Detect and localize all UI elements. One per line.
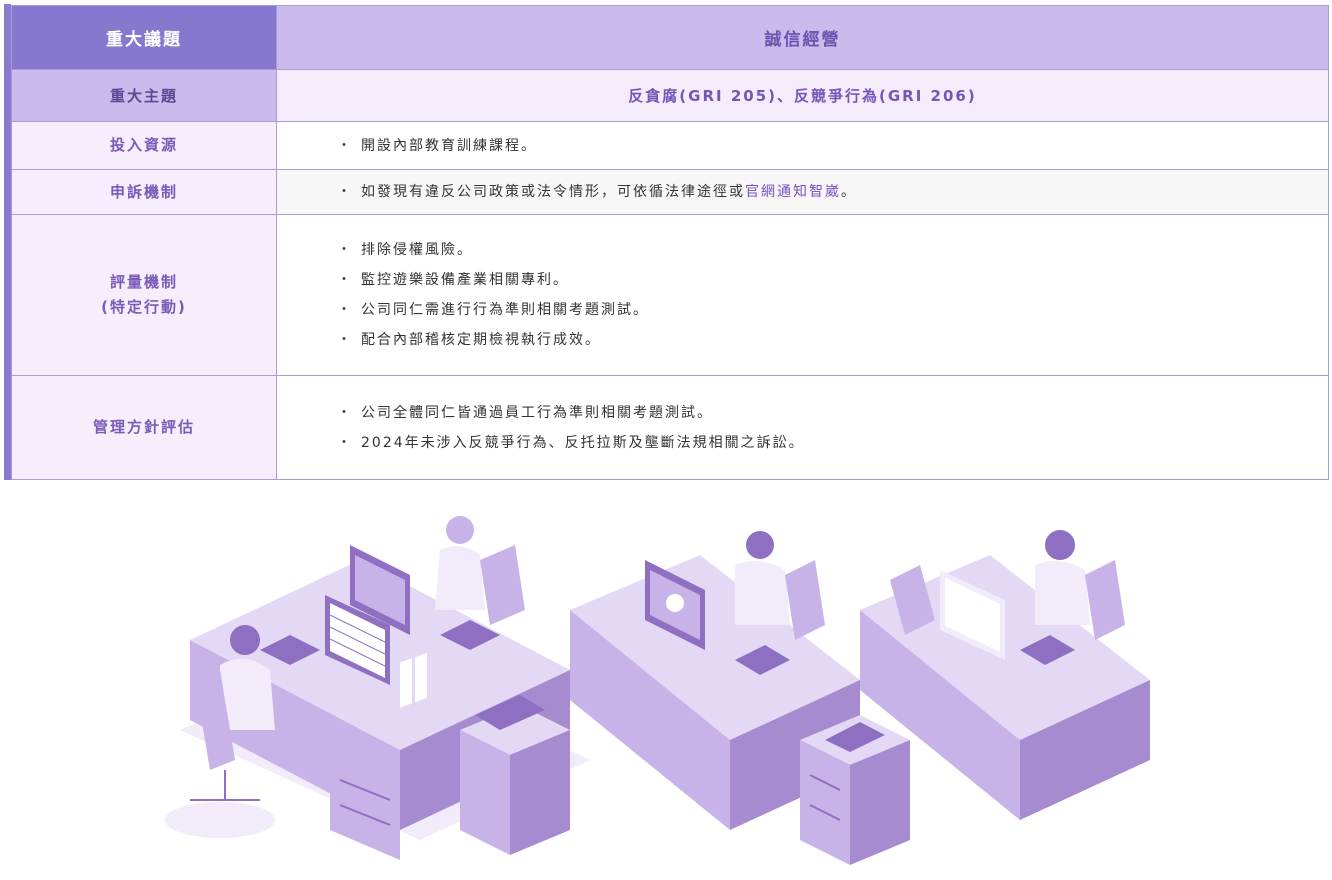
resources-row: 投入資源 ・開設內部教育訓練課程。 xyxy=(11,121,1329,170)
resources-label: 投入資源 xyxy=(11,121,277,170)
list-item: ・公司同仁需進行行為準則相關考題測試。 xyxy=(337,302,649,318)
resources-value: ・開設內部教育訓練課程。 xyxy=(276,121,1329,170)
header-row: 重大議題 誠信經營 xyxy=(11,5,1329,70)
theme-row: 重大主題 反貪腐(GRI 205)、反競爭行為(GRI 206) xyxy=(11,69,1329,122)
management-value: ・公司全體同仁皆通過員工行為準則相關考題測試。 ・ 2024年未涉入反競爭行為、反… xyxy=(276,375,1329,480)
official-site-link[interactable]: 官網通知智崴 xyxy=(745,184,841,200)
appeal-label: 申訴機制 xyxy=(11,169,277,215)
floor-shadow xyxy=(165,802,275,838)
header-label: 重大議題 xyxy=(11,5,277,70)
appeal-value: ・如發現有違反公司政策或法令情形，可依循法律途徑或官網通知智崴。 xyxy=(276,169,1329,215)
management-label: 管理方針評估 xyxy=(11,375,277,480)
list-item: ・如發現有違反公司政策或法令情形，可依循法律途徑或官網通知智崴。 xyxy=(337,184,857,200)
management-row: 管理方針評估 ・公司全體同仁皆通過員工行為準則相關考題測試。 ・ 2024年未涉入… xyxy=(11,375,1329,480)
theme-value: 反貪腐(GRI 205)、反競爭行為(GRI 206) xyxy=(276,69,1329,122)
list-item: ・排除侵權風險。 xyxy=(337,242,473,258)
list-item: ・配合內部稽核定期檢視執行成效。 xyxy=(337,332,601,348)
evaluation-label: 評量機制 (特定行動) xyxy=(11,214,277,376)
list-item: ・ 2024年未涉入反競爭行為、反托拉斯及壟斷法規相關之訴訟。 xyxy=(337,434,805,451)
material-issue-table: 重大議題 誠信經營 重大主題 反貪腐(GRI 205)、反競爭行為(GRI 20… xyxy=(11,5,1329,480)
theme-label: 重大主題 xyxy=(11,69,277,122)
header-value: 誠信經營 xyxy=(276,5,1329,70)
list-item: ・公司全體同仁皆通過員工行為準則相關考題測試。 xyxy=(337,404,713,421)
office-workers-illustration-icon: .top { fill: #e4d9f5; } .side { fill: #a… xyxy=(165,516,1150,865)
list-item: ・監控遊樂設備產業相關專利。 xyxy=(337,272,569,288)
evaluation-value: ・排除侵權風險。 ・監控遊樂設備產業相關專利。 ・公司同仁需進行行為準則相關考題… xyxy=(276,214,1329,376)
appeal-row: 申訴機制 ・如發現有違反公司政策或法令情形，可依循法律途徑或官網通知智崴。 xyxy=(11,169,1329,215)
evaluation-row: 評量機制 (特定行動) ・排除侵權風險。 ・監控遊樂設備產業相關專利。 ・公司同… xyxy=(11,214,1329,376)
workstation-middle xyxy=(570,531,910,865)
list-item: ・開設內部教育訓練課程。 xyxy=(337,137,537,154)
page: 重大議題 誠信經營 重大主題 反貪腐(GRI 205)、反競爭行為(GRI 20… xyxy=(0,0,1332,880)
